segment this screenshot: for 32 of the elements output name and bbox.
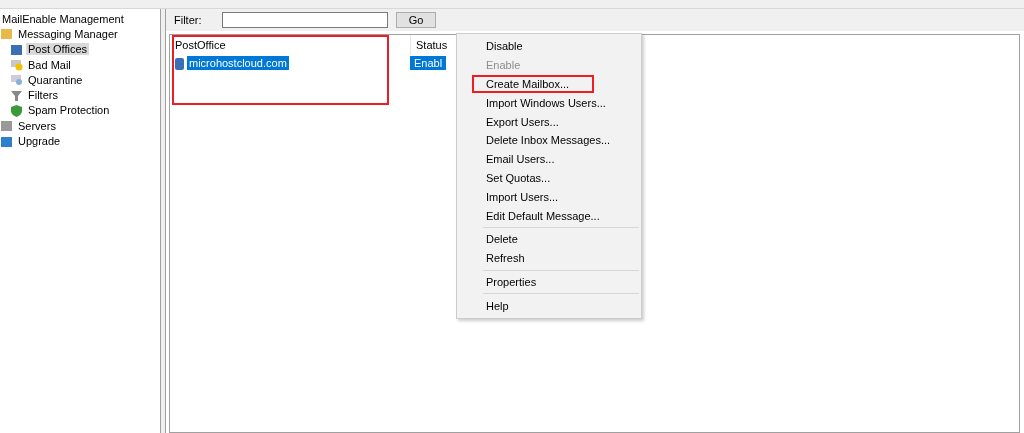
- envelope-search-icon: [10, 73, 23, 87]
- menu-item[interactable]: Refresh: [457, 248, 641, 268]
- menu-item[interactable]: Properties: [457, 272, 641, 292]
- tree-item[interactable]: MailEnable Management: [0, 12, 126, 25]
- menu-item[interactable]: Help: [457, 296, 641, 316]
- menu-item[interactable]: Import Windows Users...: [457, 93, 641, 113]
- menu-item[interactable]: Import Users...: [457, 187, 641, 207]
- menu-item[interactable]: Delete: [457, 229, 641, 249]
- column-header[interactable]: PostOffice: [170, 35, 411, 55]
- menu-item[interactable]: Email Users...: [457, 149, 641, 169]
- tree-item[interactable]: Messaging Manager: [16, 27, 120, 40]
- go-button[interactable]: Go: [396, 12, 436, 28]
- envelope-warning-icon: [10, 58, 23, 72]
- tree-item[interactable]: Post Offices: [26, 43, 90, 56]
- shield-icon: [10, 103, 23, 117]
- status-text: Enabl: [410, 56, 447, 70]
- tree-item[interactable]: Spam Protection: [26, 104, 112, 117]
- menu-item[interactable]: Export Users...: [457, 112, 641, 131]
- tree-item[interactable]: Servers: [16, 119, 58, 132]
- postoffice-name[interactable]: microhostcloud.com: [187, 56, 289, 70]
- menu-item[interactable]: Disable: [457, 37, 641, 56]
- funnel-icon: [10, 88, 23, 102]
- menu-item[interactable]: Delete Inbox Messages...: [457, 131, 641, 150]
- menu-item[interactable]: Edit Default Message...: [457, 206, 641, 225]
- filter-label: Filter:: [174, 14, 203, 26]
- tree-item[interactable]: Quarantine: [26, 73, 85, 86]
- tree-item[interactable]: Bad Mail: [26, 58, 73, 71]
- menu-item[interactable]: Create Mailbox...: [472, 74, 594, 94]
- tree-item[interactable]: Upgrade: [16, 135, 63, 147]
- menu-item[interactable]: Set Quotas...: [457, 168, 641, 188]
- filter-field[interactable]: [222, 12, 388, 28]
- tree-item[interactable]: Filters: [26, 89, 60, 102]
